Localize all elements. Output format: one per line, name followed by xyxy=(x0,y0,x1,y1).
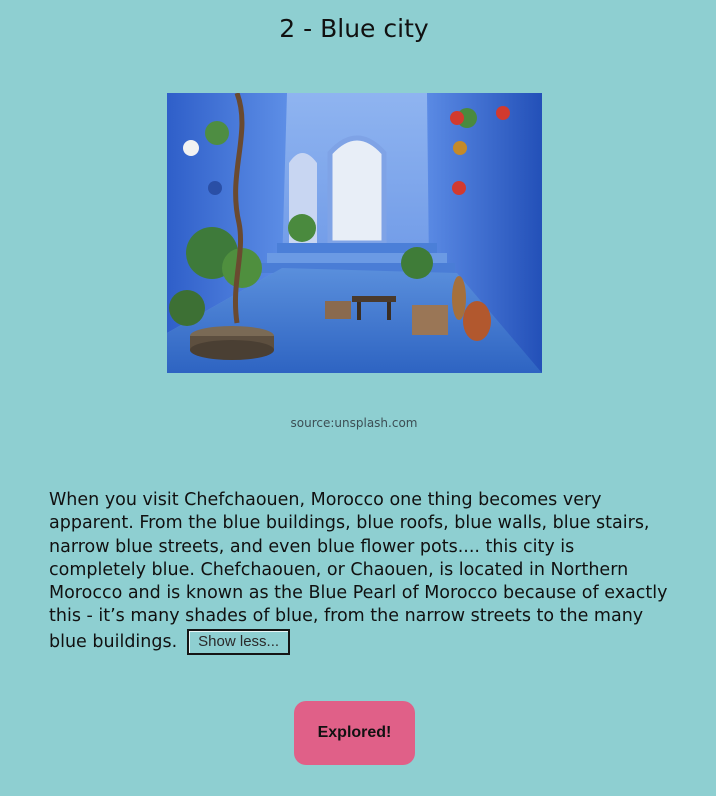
explored-button[interactable]: Explored! xyxy=(294,701,415,765)
description-text: When you visit Chefchaouen, Morocco one … xyxy=(49,490,668,652)
image-source-credit: source:unsplash.com xyxy=(290,416,418,430)
page: 2 - Blue city source:unsplash.com When y… xyxy=(0,0,718,796)
show-less-button[interactable]: Show less... xyxy=(187,628,291,655)
blue-city-photo xyxy=(167,93,542,373)
page-title: 2 - Blue city xyxy=(279,14,429,43)
city-description: When you visit Chefchaouen, Morocco one … xyxy=(49,489,669,655)
